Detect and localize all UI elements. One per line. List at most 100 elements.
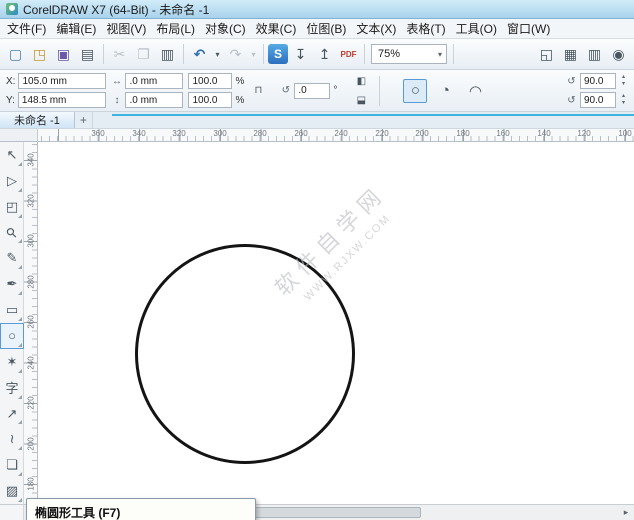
fullscreen-preview-icon[interactable]: ◱ (535, 43, 558, 66)
size-group: ↔ .0 mm ↕ .0 mm (111, 73, 183, 108)
polygon-tool[interactable]: ✶ (0, 349, 24, 375)
ruler-label: 300 (211, 129, 229, 138)
parallel-dimension-tool-icon: ↗ (7, 406, 18, 422)
start-angle-spinner[interactable]: ▴ ▾ (619, 74, 628, 88)
ruler-label: 200 (413, 129, 431, 138)
ruler-label: 260 (26, 315, 35, 328)
mirror-vertical-button[interactable]: ◧ (352, 92, 370, 108)
show-grid-icon[interactable]: ▦ (559, 43, 582, 66)
scale-y-field[interactable]: 100.0 (188, 92, 232, 108)
ruler-label: 160 (494, 129, 512, 138)
save-icon[interactable]: ▣ (52, 43, 75, 66)
drop-shadow-tool-icon: ❏ (6, 457, 18, 473)
text-tool-icon: 字 (5, 378, 18, 397)
menu-tools[interactable]: 工具(O) (451, 18, 502, 39)
scale-x-field[interactable]: 100.0 (188, 73, 232, 89)
connector-tool[interactable]: ≀ (0, 426, 24, 452)
zoom-dropdown-icon[interactable]: ▾ (436, 50, 444, 59)
x-position-field[interactable]: 105.0 mm (18, 73, 106, 89)
rectangle-tool[interactable]: ▭ (0, 297, 24, 323)
pick-tool-icon: ↖ (7, 147, 18, 163)
menu-layout[interactable]: 布局(L) (151, 18, 200, 39)
spin-down-icon[interactable]: ▾ (619, 100, 628, 107)
toolbar-separator (453, 44, 454, 64)
rotation-angle-field[interactable]: .0 (294, 83, 330, 99)
menu-effects[interactable]: 效果(C) (251, 18, 302, 39)
new-document-icon[interactable]: ▢ (4, 43, 27, 66)
ruler-origin-corner[interactable] (0, 129, 38, 142)
ellipse-mode-button[interactable]: ○ (403, 79, 427, 103)
menu-object[interactable]: 对象(C) (200, 18, 251, 39)
redo-icon[interactable]: ↷ (224, 43, 247, 66)
undo-dropdown-icon[interactable]: ▾ (212, 43, 223, 66)
paste-icon[interactable]: ▥ (156, 43, 179, 66)
menu-view[interactable]: 视图(V) (101, 18, 151, 39)
object-width-field[interactable]: .0 mm (125, 73, 183, 89)
document-tab-active[interactable]: 未命名 -1 (0, 112, 75, 128)
eye-icon[interactable]: ◉ (607, 43, 630, 66)
crop-tool[interactable]: ◰ (0, 194, 24, 220)
ruler-row: 360 340 320 300 280 260 240 220 200 180 … (0, 129, 634, 142)
open-icon[interactable]: ◳ (28, 43, 51, 66)
publish-pdf-icon[interactable]: PDF (337, 43, 360, 66)
menu-window[interactable]: 窗口(W) (502, 18, 555, 39)
search-content-icon[interactable]: S (268, 44, 288, 64)
parallel-dimension-tool[interactable]: ↗ (0, 401, 24, 427)
show-rulers-icon[interactable]: ▥ (583, 43, 606, 66)
lock-ratio-button[interactable]: ⊓ (249, 74, 267, 108)
spin-down-icon[interactable]: ▾ (619, 81, 628, 88)
circle-shape[interactable] (135, 244, 355, 464)
redo-dropdown-icon[interactable]: ▾ (248, 43, 259, 66)
pie-mode-button[interactable]: ◔ (433, 79, 457, 103)
object-height-field[interactable]: .0 mm (125, 92, 183, 108)
drawing-canvas[interactable]: 软件自学网 WWW.RJXW.COM (38, 142, 634, 504)
rotate-ccw-icon: ↺ (566, 95, 577, 106)
undo-icon[interactable]: ↶ (188, 43, 211, 66)
degree-label: ° (333, 85, 337, 96)
freehand-tool-icon: ✎ (7, 250, 18, 266)
text-tool[interactable]: 字 (0, 375, 24, 401)
menu-table[interactable]: 表格(T) (401, 18, 450, 39)
spin-up-icon[interactable]: ▴ (619, 74, 628, 81)
new-tab-button[interactable]: + (75, 112, 93, 128)
ruler-label: 340 (26, 153, 35, 166)
toolbox: ↖ ▷ ◰ ⚲ ✎ ✒ ▭ ○ ✶ 字 ↗ ≀ ❏ ▨ (0, 142, 24, 504)
ellipse-tool-tooltip: 椭圆形工具 (F7) 在绘图窗口拖动工具绘制圆形和椭圆形。 (26, 498, 256, 520)
export-icon[interactable]: ↥ (313, 43, 336, 66)
menu-file[interactable]: 文件(F) (2, 18, 51, 39)
ruler-label: 180 (454, 129, 472, 138)
menu-bar: 文件(F) 编辑(E) 视图(V) 布局(L) 对象(C) 效果(C) 位图(B… (0, 19, 634, 39)
rotation-group: ↺ .0 ° (280, 83, 337, 99)
ruler-label: 240 (26, 356, 35, 369)
pick-tool[interactable]: ↖ (0, 142, 24, 168)
mirror-horizontal-button[interactable]: ◧ (352, 73, 370, 89)
artistic-media-tool-icon: ✒ (7, 276, 18, 292)
start-angle-field[interactable]: 90.0 (580, 73, 616, 89)
shape-tool[interactable]: ▷ (0, 168, 24, 194)
y-position-field[interactable]: 148.5 mm (18, 92, 106, 108)
ruler-label: 300 (26, 234, 35, 247)
menu-edit[interactable]: 编辑(E) (51, 18, 101, 39)
drop-shadow-tool[interactable]: ❏ (0, 452, 24, 478)
freehand-tool[interactable]: ✎ (0, 245, 24, 271)
zoom-level-combo[interactable]: 75% ▾ (371, 44, 447, 64)
ruler-label: 240 (332, 129, 350, 138)
artistic-media-tool[interactable]: ✒ (0, 271, 24, 297)
print-icon[interactable]: ▤ (76, 43, 99, 66)
copy-icon[interactable]: ❐ (132, 43, 155, 66)
mirror-vertical-icon: ◧ (356, 95, 367, 104)
cut-icon[interactable]: ✂ (108, 43, 131, 66)
arc-mode-button[interactable]: ◠ (463, 79, 487, 103)
toolbar-right-group: ◱ ▦ ▥ ◉ (535, 43, 630, 66)
zoom-tool[interactable]: ⚲ (0, 220, 24, 246)
end-angle-spinner[interactable]: ▴ ▾ (619, 93, 628, 107)
scroll-right-icon[interactable]: ▸ (618, 505, 634, 520)
menu-text[interactable]: 文本(X) (351, 18, 401, 39)
menu-bitmaps[interactable]: 位图(B) (301, 18, 351, 39)
end-angle-field[interactable]: 90.0 (580, 92, 616, 108)
spin-up-icon[interactable]: ▴ (619, 93, 628, 100)
import-icon[interactable]: ↧ (289, 43, 312, 66)
ellipse-tool[interactable]: ○ (0, 323, 24, 349)
ruler-label: 200 (26, 437, 35, 450)
transparency-tool[interactable]: ▨ (0, 478, 24, 504)
